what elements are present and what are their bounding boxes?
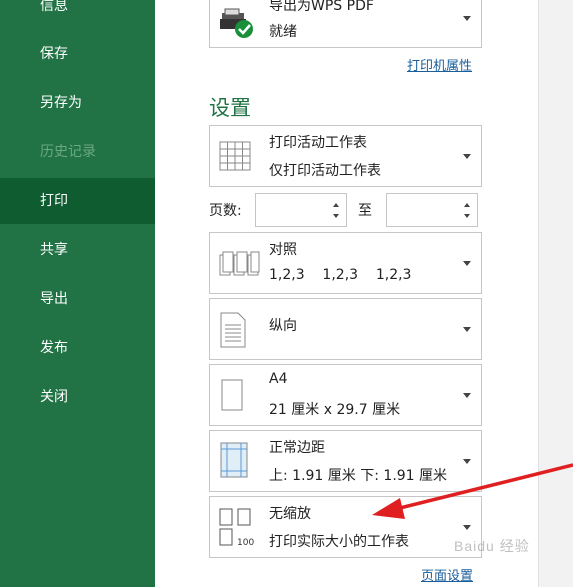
pages-label: 页数: xyxy=(209,203,242,219)
pages-from-input[interactable] xyxy=(255,193,347,227)
chevron-down-icon xyxy=(463,16,471,21)
chevron-down-icon xyxy=(463,459,471,464)
no-scaling-icon: 100 xyxy=(218,507,264,553)
chevron-down-icon xyxy=(463,525,471,530)
paper-size-dropdown[interactable]: A4 21 厘米 x 29.7 厘米 xyxy=(209,364,482,426)
blank-page-icon xyxy=(218,377,248,419)
nav-publish[interactable]: 发布 xyxy=(0,325,155,371)
nav-history: 历史记录 xyxy=(40,144,96,160)
margins-icon xyxy=(218,441,252,485)
portrait-page-icon xyxy=(218,311,248,353)
collation-subtitle: 1,2,3 1,2,3 1,2,3 xyxy=(269,267,412,283)
settings-heading: 设置 xyxy=(209,96,251,120)
pages-to-label: 至 xyxy=(358,203,372,219)
spin-up-icon[interactable] xyxy=(464,203,470,207)
orientation-title: 纵向 xyxy=(269,318,297,334)
nav-share[interactable]: 共享 xyxy=(0,227,155,273)
chevron-down-icon xyxy=(463,393,471,398)
paper-title: A4 xyxy=(269,371,288,387)
collation-dropdown[interactable]: 对照 1,2,3 1,2,3 1,2,3 xyxy=(209,232,482,294)
backstage-sidebar: 信息 保存 另存为 历史记录 打印 共享 导出 发布 关闭 xyxy=(0,0,155,587)
nav-print[interactable]: 打印 xyxy=(0,178,155,224)
collated-pages-icon xyxy=(218,247,260,283)
orientation-dropdown[interactable]: 纵向 xyxy=(209,298,482,360)
nav-save[interactable]: 保存 xyxy=(0,31,155,77)
chevron-down-icon xyxy=(463,261,471,266)
printer-properties-link[interactable]: 打印机属性 xyxy=(407,55,472,74)
worksheet-grid-icon xyxy=(218,138,252,178)
nav-export[interactable]: 导出 xyxy=(0,276,155,322)
margins-dropdown[interactable]: 正常边距 上: 1.91 厘米 下: 1.91 厘米 xyxy=(209,430,482,492)
printer-status: 就绪 xyxy=(269,24,297,40)
spin-down-icon[interactable] xyxy=(333,214,339,218)
print-what-subtitle: 仅打印活动工作表 xyxy=(269,163,381,179)
chevron-down-icon xyxy=(463,154,471,159)
print-what-dropdown[interactable]: 打印活动工作表 仅打印活动工作表 xyxy=(209,125,482,187)
printer-name: 导出为WPS PDF xyxy=(269,0,374,14)
paper-subtitle: 21 厘米 x 29.7 厘米 xyxy=(269,402,401,418)
watermark: Baidu 经验 xyxy=(454,538,530,554)
nav-save-as[interactable]: 另存为 xyxy=(0,80,155,126)
nav-info[interactable]: 信息 xyxy=(0,0,155,29)
printer-dropdown[interactable]: 导出为WPS PDF 就绪 xyxy=(209,0,482,48)
scaling-title: 无缩放 xyxy=(269,506,311,522)
margins-title: 正常边距 xyxy=(269,440,325,456)
print-preview-pane xyxy=(538,0,573,587)
printer-ready-icon xyxy=(218,5,258,43)
spin-down-icon[interactable] xyxy=(464,214,470,218)
spin-up-icon[interactable] xyxy=(333,203,339,207)
scaling-subtitle: 打印实际大小的工作表 xyxy=(269,534,409,550)
pages-to-input[interactable] xyxy=(386,193,478,227)
scaling-dropdown[interactable]: 100 无缩放 打印实际大小的工作表 xyxy=(209,496,482,558)
chevron-down-icon xyxy=(463,327,471,332)
collation-title: 对照 xyxy=(269,242,297,258)
page-setup-link[interactable]: 页面设置 xyxy=(421,565,473,584)
print-what-title: 打印活动工作表 xyxy=(269,135,367,151)
scaling-icon-number: 100 xyxy=(237,538,254,548)
margins-subtitle: 上: 1.91 厘米 下: 1.91 厘米 xyxy=(269,468,448,484)
nav-close[interactable]: 关闭 xyxy=(0,374,155,420)
